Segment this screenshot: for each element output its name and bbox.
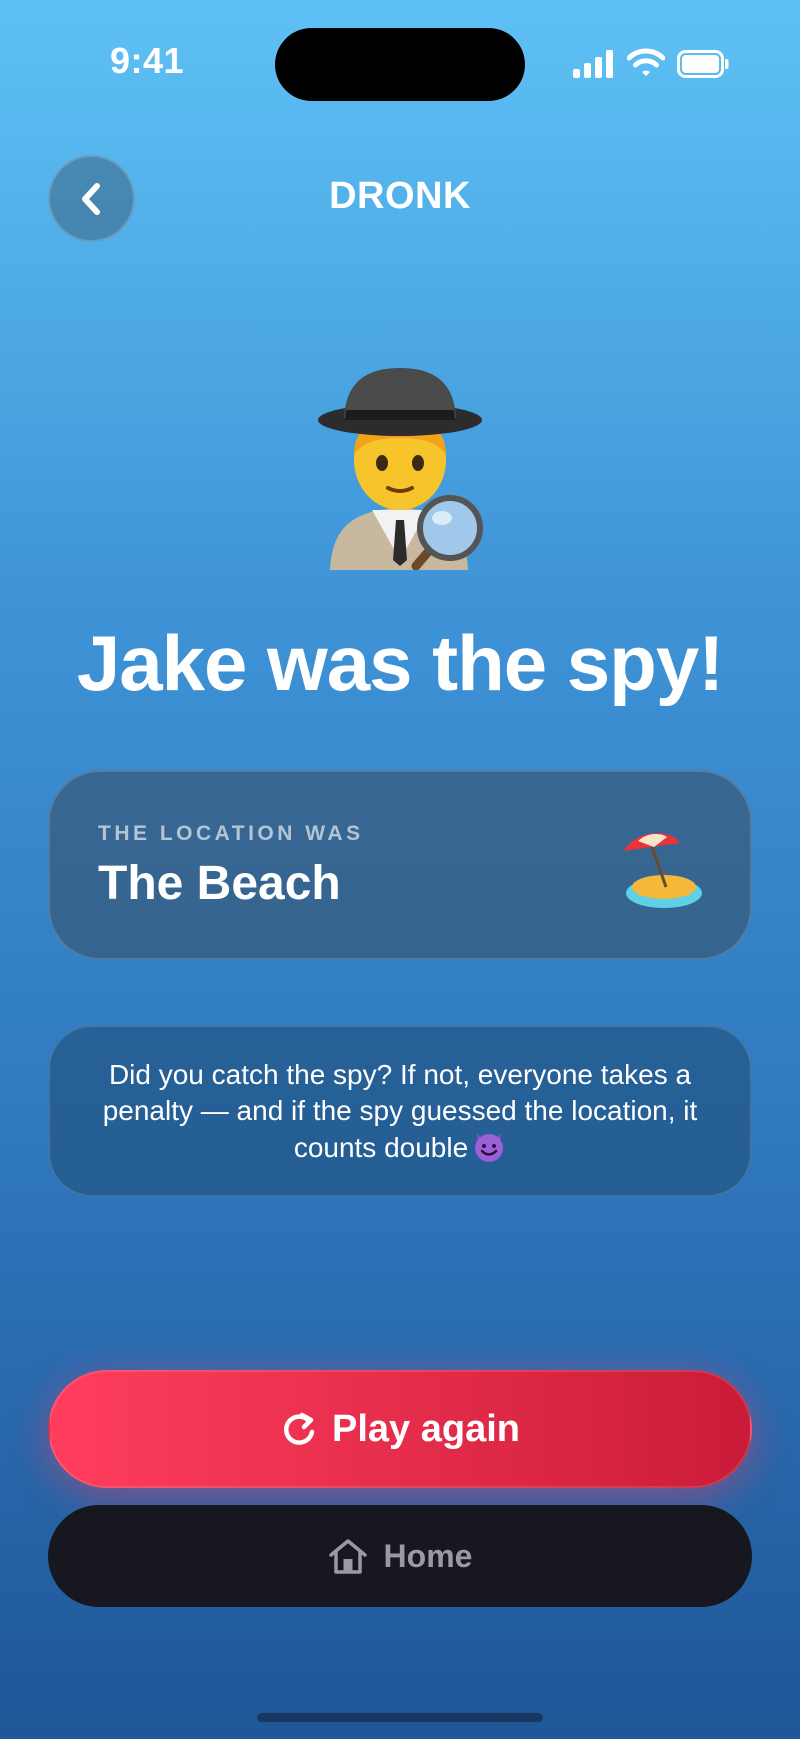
play-again-label: Play again [332,1407,520,1450]
info-text-container: Did you catch the spy? If not, everyone … [80,1057,720,1166]
location-card: THE LOCATION WAS The Beach [48,770,752,960]
house-icon [328,1539,367,1574]
detective-emoji [318,368,483,570]
dynamic-island [275,28,525,101]
location-name: The Beach [98,857,341,910]
battery-icon [677,50,729,78]
smiling-devil-emoji [475,1132,504,1162]
wifi-icon [627,48,665,76]
play-again-button[interactable]: Play again [48,1370,752,1488]
home-label: Home [383,1537,473,1574]
signal-icon [573,50,613,78]
info-text: Did you catch the spy? If not, everyone … [102,1058,698,1163]
location-label: THE LOCATION WAS [98,822,364,845]
info-card: Did you catch the spy? If not, everyone … [48,1025,752,1197]
page-title: DRONK [329,175,471,217]
home-button[interactable]: Home [48,1505,752,1607]
restart-icon [283,1412,315,1445]
home-indicator [257,1713,543,1722]
status-time: 9:41 [110,40,185,81]
result-headline: Jake was the spy! [76,619,724,707]
beach-island-emoji [624,833,702,908]
